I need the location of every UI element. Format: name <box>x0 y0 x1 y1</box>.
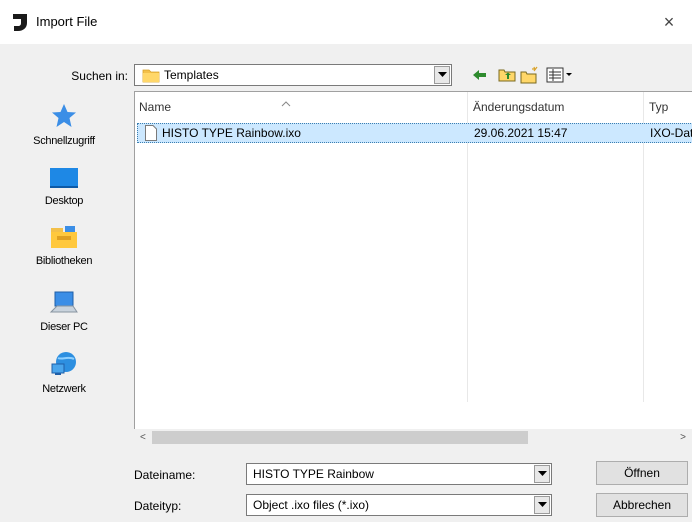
cancel-button[interactable]: Abbrechen <box>596 493 688 517</box>
place-label: Schnellzugriff <box>33 135 95 147</box>
lookin-value: Templates <box>164 68 219 82</box>
sort-ascending-icon <box>281 96 291 110</box>
places-bar: Schnellzugriff Desktop Bibliotheken Dies… <box>0 94 128 474</box>
place-this-pc[interactable]: Dieser PC <box>0 290 128 333</box>
lookin-label: Suchen in: <box>71 69 128 83</box>
column-header-date[interactable]: Änderungsdatum <box>469 92 629 120</box>
scrollbar-thumb[interactable] <box>152 431 528 444</box>
app-icon <box>10 11 34 33</box>
scroll-right-arrow[interactable]: > <box>680 432 686 443</box>
libraries-icon <box>49 226 79 253</box>
filename-value: HISTO TYPE Rainbow <box>253 467 374 481</box>
close-button[interactable]: × <box>646 0 692 44</box>
back-arrow-icon[interactable] <box>470 64 490 86</box>
column-header-type[interactable]: Typ <box>645 92 692 120</box>
place-desktop[interactable]: Desktop <box>0 166 128 207</box>
lookin-dropdown[interactable]: Templates <box>134 64 452 86</box>
new-folder-icon[interactable] <box>519 64 541 86</box>
file-name: HISTO TYPE Rainbow.ixo <box>162 126 301 140</box>
up-folder-icon[interactable] <box>497 64 517 86</box>
filetype-value: Object .ixo files (*.ixo) <box>253 498 370 512</box>
chevron-down-icon[interactable] <box>434 66 450 84</box>
place-network[interactable]: Netzwerk <box>0 350 128 395</box>
file-date: 29.06.2021 15:47 <box>474 126 568 140</box>
desktop-icon <box>49 168 79 193</box>
column-header-name[interactable]: Name <box>135 92 467 120</box>
filetype-dropdown[interactable]: Object .ixo files (*.ixo) <box>246 494 552 516</box>
filename-label: Dateiname: <box>134 468 196 482</box>
place-libraries[interactable]: Bibliotheken <box>0 224 128 267</box>
quick-access-icon <box>50 104 78 133</box>
view-menu-icon[interactable] <box>545 64 575 86</box>
file-icon <box>145 125 157 144</box>
filename-input[interactable]: HISTO TYPE Rainbow <box>246 463 552 485</box>
file-list[interactable]: Name Änderungsdatum Typ HISTO TYPE Rainb… <box>134 91 692 429</box>
network-icon <box>49 352 79 381</box>
place-label: Bibliotheken <box>35 255 93 267</box>
folder-icon <box>142 67 160 86</box>
chevron-down-icon[interactable] <box>534 465 550 483</box>
file-type: IXO-Datei <box>650 126 692 140</box>
place-label: Netzwerk <box>42 383 86 395</box>
place-label: Desktop <box>44 195 84 207</box>
chevron-down-icon[interactable] <box>534 496 550 514</box>
window-title: Import File <box>36 14 98 29</box>
this-pc-icon <box>49 291 79 319</box>
open-button[interactable]: Öffnen <box>596 461 688 485</box>
scroll-left-arrow[interactable]: < <box>140 432 146 443</box>
table-row[interactable]: HISTO TYPE Rainbow.ixo 29.06.2021 15:47 … <box>137 123 692 143</box>
title-bar: Import File × <box>0 0 692 44</box>
dialog-body: Suchen in: Templates Schnellzugriff Desk… <box>0 44 692 522</box>
horizontal-scrollbar[interactable]: < > <box>134 429 692 446</box>
place-quick-access[interactable]: Schnellzugriff <box>0 102 128 147</box>
place-label: Dieser PC <box>40 321 88 333</box>
filetype-label: Dateityp: <box>134 499 182 513</box>
